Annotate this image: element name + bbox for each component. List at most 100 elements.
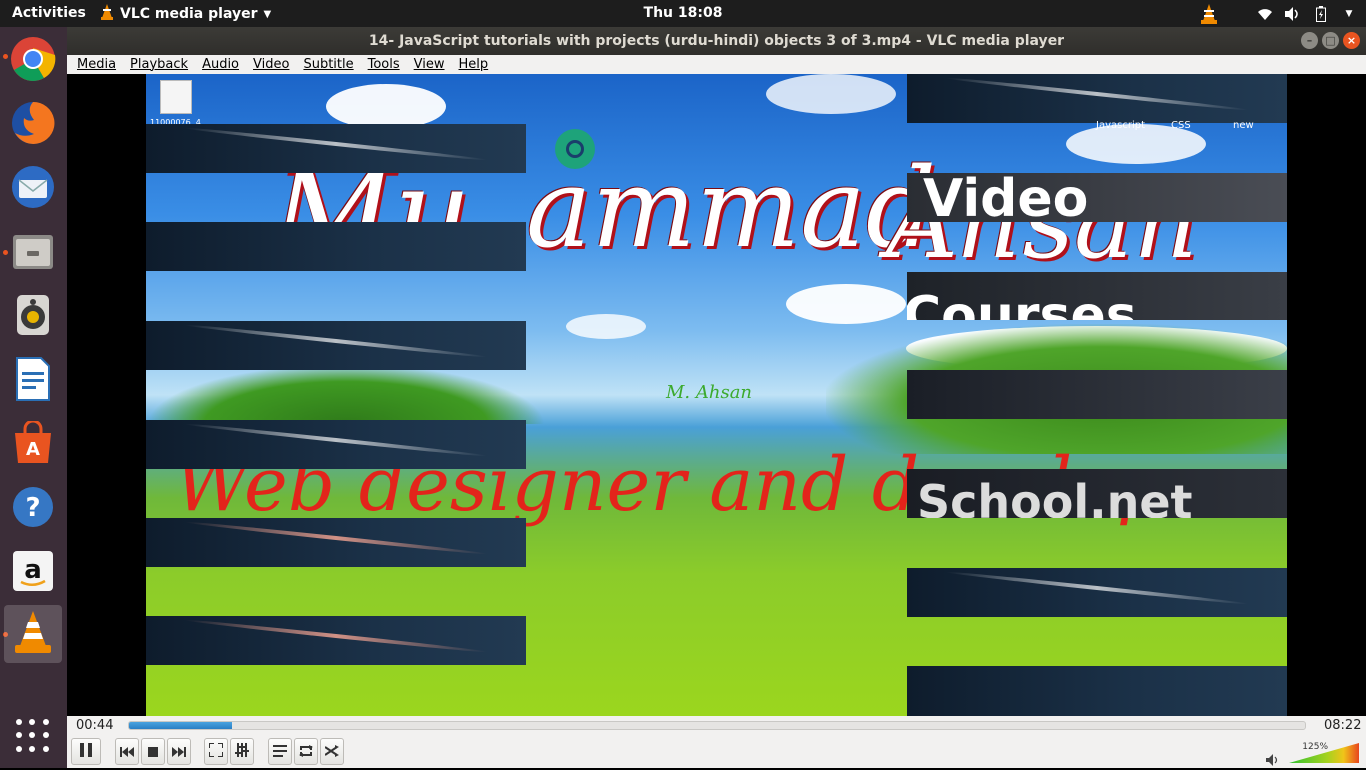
- top-bar: Activities VLC media player ▼ Thu 18:08 …: [0, 0, 1366, 27]
- app-menu[interactable]: VLC media player ▼: [100, 4, 271, 24]
- system-tray[interactable]: ▼: [1200, 0, 1366, 27]
- window-titlebar[interactable]: 14- JavaScript tutorials with projects (…: [67, 27, 1366, 55]
- glitch-strip: [907, 666, 1287, 716]
- files-icon: [11, 229, 55, 277]
- writer-icon: [13, 356, 53, 406]
- cloud: [566, 314, 646, 339]
- menu-help[interactable]: Help: [459, 57, 489, 72]
- glitch-strip: [907, 74, 1287, 123]
- dock-writer[interactable]: [4, 352, 62, 410]
- thunderbird-icon: [10, 164, 56, 214]
- wifi-icon[interactable]: [1256, 5, 1274, 23]
- help-icon: ?: [11, 485, 55, 533]
- desktop-file-icon: [160, 80, 192, 114]
- menu-tools[interactable]: Tools: [368, 57, 400, 72]
- activities-button[interactable]: Activities: [12, 5, 86, 21]
- panel-courses-text: Courses: [907, 286, 1137, 320]
- menubar: Media Playback Audio Video Subtitle Tool…: [67, 55, 1366, 74]
- maximize-button[interactable]: □: [1322, 32, 1339, 49]
- glitch-strip: [907, 370, 1287, 419]
- battery-icon[interactable]: [1312, 5, 1330, 23]
- dock-software[interactable]: A: [4, 416, 62, 474]
- player-controls: 00:44 08:22 125%: [67, 716, 1366, 768]
- skip-back-icon: [120, 742, 134, 761]
- menu-media[interactable]: Media: [77, 57, 116, 72]
- dock-help[interactable]: ?: [4, 480, 62, 538]
- cloud: [326, 84, 446, 129]
- dock-firefox[interactable]: [4, 96, 62, 154]
- rhythmbox-icon: [11, 293, 55, 341]
- dock-amazon[interactable]: a: [4, 544, 62, 602]
- menu-audio[interactable]: Audio: [202, 57, 239, 72]
- menu-video[interactable]: Video: [253, 57, 289, 72]
- next-button[interactable]: [167, 738, 191, 765]
- stop-icon: [148, 742, 158, 761]
- playlist-icon: [273, 742, 287, 761]
- total-duration[interactable]: 08:22: [1324, 718, 1361, 733]
- dock-vlc[interactable]: [4, 605, 62, 663]
- vlc-tray-icon[interactable]: [1200, 3, 1218, 24]
- dock-rhythmbox[interactable]: [4, 288, 62, 346]
- glitch-strip: Courses: [907, 272, 1287, 320]
- glitch-strip: [146, 222, 526, 271]
- skip-forward-icon: [172, 742, 186, 761]
- cursor-highlight: [555, 129, 595, 169]
- cloud: [786, 284, 906, 324]
- dock-files[interactable]: [4, 224, 62, 282]
- close-button[interactable]: ×: [1343, 32, 1360, 49]
- watermark: M. Ahsan: [666, 382, 753, 403]
- glitch-strip: [146, 321, 526, 370]
- repeat-icon: [299, 742, 313, 761]
- glitch-strip: [146, 616, 526, 665]
- glitch-strip: Video: [907, 173, 1287, 222]
- glitch-strip: School.net: [907, 469, 1287, 518]
- dock: A ? a: [0, 27, 67, 768]
- chrome-icon: [10, 36, 56, 86]
- panel-school-text: School.net: [917, 475, 1193, 518]
- svg-text:a: a: [24, 555, 42, 585]
- elapsed-time[interactable]: 00:44: [76, 718, 113, 733]
- loop-button[interactable]: [294, 738, 318, 765]
- glitch-strip: [146, 518, 526, 567]
- glitch-strip: [146, 420, 526, 469]
- amazon-icon: a: [12, 550, 54, 596]
- stop-button[interactable]: [141, 738, 165, 765]
- glitch-strip: [146, 124, 526, 173]
- shuffle-icon: [324, 742, 339, 761]
- speaker-icon[interactable]: [1266, 751, 1280, 770]
- window-title: 14- JavaScript tutorials with projects (…: [368, 33, 1065, 49]
- dock-thunderbird[interactable]: [4, 160, 62, 218]
- firefox-icon: [10, 100, 56, 150]
- tab-new: new: [1233, 120, 1254, 131]
- tab-css: CSS: [1171, 120, 1191, 131]
- equalizer-icon: [235, 742, 249, 761]
- show-applications-button[interactable]: [16, 719, 50, 753]
- chevron-down-icon[interactable]: ▼: [1340, 5, 1358, 23]
- pause-button[interactable]: [71, 738, 101, 765]
- previous-button[interactable]: [115, 738, 139, 765]
- vlc-icon: [13, 610, 53, 658]
- seek-progress: [129, 722, 233, 729]
- shuffle-button[interactable]: [320, 738, 344, 765]
- menu-view[interactable]: View: [414, 57, 445, 72]
- volume-icon[interactable]: [1284, 5, 1302, 23]
- video-area[interactable]: 11000076..4 Mu ammad Ahsan M. Ahsan Web …: [67, 74, 1366, 716]
- cloud: [766, 74, 896, 114]
- panel-video-text: Video: [923, 173, 1089, 222]
- pause-icon: [80, 742, 92, 761]
- minimize-button[interactable]: –: [1301, 32, 1318, 49]
- video-frame: 11000076..4 Mu ammad Ahsan M. Ahsan Web …: [146, 74, 1287, 716]
- menu-playback[interactable]: Playback: [130, 57, 188, 72]
- glitch-strip: [907, 568, 1287, 617]
- menu-subtitle[interactable]: Subtitle: [303, 57, 353, 72]
- extended-settings-button[interactable]: [230, 738, 254, 765]
- tab-javascript: Javascript: [1096, 120, 1145, 131]
- dock-chrome[interactable]: [4, 32, 62, 90]
- software-icon: A: [11, 419, 55, 469]
- svg-text:?: ?: [25, 493, 40, 523]
- app-menu-label: VLC media player: [120, 6, 258, 22]
- fullscreen-icon: [208, 742, 224, 761]
- fullscreen-button[interactable]: [204, 738, 228, 765]
- playlist-button[interactable]: [268, 738, 292, 765]
- seek-bar[interactable]: [128, 721, 1306, 730]
